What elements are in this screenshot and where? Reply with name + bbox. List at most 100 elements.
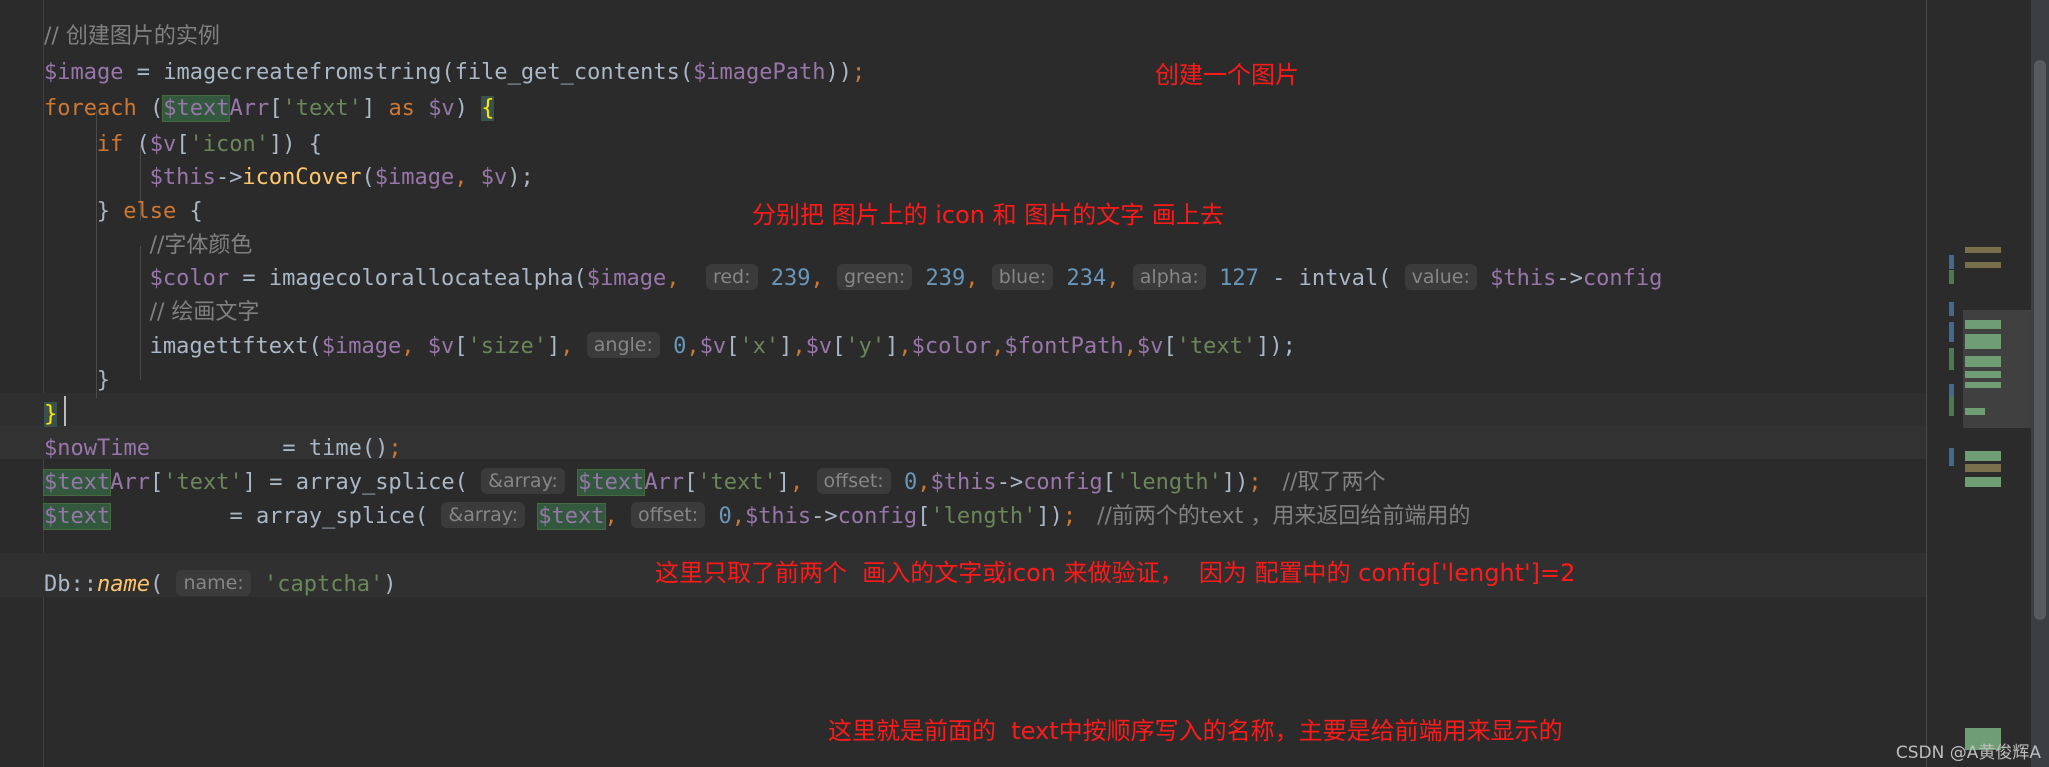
code-token: as [388, 96, 415, 121]
minimap-code-bar [1949, 448, 1954, 466]
code-token: , [1123, 334, 1137, 359]
code-token: imagecreatefromstring [163, 60, 442, 85]
minimap-code-bar [1949, 255, 1954, 269]
red-annotation-text: 创建一个图片 [1155, 61, 1299, 89]
code-line[interactable]: } else { [97, 195, 203, 229]
code-token: , [898, 334, 912, 359]
code-token: ( [414, 504, 429, 529]
code-token: ( [454, 470, 468, 495]
vertical-scrollbar-thumb[interactable] [2034, 60, 2046, 620]
inlay-parameter-hint: value: [1404, 264, 1477, 290]
inlay-parameter-hint: blue: [991, 264, 1054, 290]
code-line[interactable]: $nowTime = time(); [44, 432, 402, 466]
code-token: , [965, 266, 979, 291]
minimap-code-bar [1949, 348, 1954, 370]
code-token: ]) { [269, 132, 323, 157]
highlighted-identifier: $text [42, 503, 112, 530]
code-token: , [1106, 266, 1120, 291]
code-token: , [686, 334, 700, 359]
code-token: $image [374, 165, 455, 190]
editor-gutter[interactable] [0, 0, 44, 767]
code-token: = [229, 266, 269, 291]
inlay-parameter-hint: alpha: [1132, 264, 1206, 290]
code-token: 'y' [845, 334, 886, 359]
red-annotation-text: 这里就是前面的 text中按顺序写入的名称，主要是给前端用来显示的 [828, 717, 1563, 745]
code-line[interactable]: $image = imagecreatefromstring(file_get_… [44, 56, 865, 90]
code-token: ]); [1256, 334, 1296, 359]
code-token: , [666, 266, 693, 291]
code-line[interactable]: //字体颜色 [150, 229, 253, 263]
minimap[interactable] [1927, 0, 2031, 767]
code-token: , [792, 334, 806, 359]
code-line[interactable]: // 创建图片的实例 [44, 20, 220, 54]
code-line[interactable]: $this->iconCover($image, $v); [150, 161, 534, 195]
inlay-parameter-hint: &array: [481, 468, 565, 494]
code-token: Arr [644, 470, 685, 495]
minimap-code-bar [1949, 384, 1954, 396]
code-token: $v [428, 96, 455, 121]
code-token: , [917, 470, 931, 495]
code-token: 'captcha' [264, 572, 384, 597]
code-token: Arr [110, 470, 150, 495]
code-token: [ [1102, 470, 1116, 495]
minimap-code-bar [1949, 396, 1954, 416]
code-token: $v [1136, 334, 1164, 359]
highlighted-identifier: $text [162, 95, 231, 122]
code-token: 'icon' [189, 132, 270, 157]
code-line[interactable]: if ($v['icon']) { [97, 128, 322, 162]
code-token: } [96, 368, 111, 393]
code-token: $image [586, 266, 667, 291]
code-token: ] [361, 96, 376, 121]
red-annotation-text: 这里只取了前两个 画入的文字或icon 来做验证， 因为 配置中的 config… [655, 559, 1576, 587]
code-token: $v [427, 334, 455, 359]
code-token: ( [679, 60, 694, 85]
code-line[interactable]: $text = array_splice( &array: $text, off… [42, 500, 1470, 534]
code-line[interactable]: } [44, 398, 58, 432]
code-token: 239 [770, 266, 811, 291]
code-token: time [308, 436, 362, 461]
code-token: $v [480, 165, 508, 190]
code-token: $v [805, 334, 833, 359]
code-token: iconCover [242, 165, 362, 190]
code-token: 0 [673, 334, 687, 359]
code-line[interactable]: Db::name( name: 'captcha') [44, 568, 397, 602]
code-token: -> [215, 165, 243, 190]
code-token: foreach [44, 96, 137, 121]
code-line[interactable]: foreach ($textArr['text'] as $v) { [44, 92, 495, 126]
code-token: 'length' [1115, 470, 1222, 495]
code-token: ; [852, 60, 866, 85]
code-line[interactable]: // 绘画文字 [150, 296, 260, 330]
code-token: ]) [1221, 470, 1249, 495]
minimap-code-bar [1965, 262, 2001, 268]
code-token: () [361, 436, 389, 461]
code-token: ( [1378, 266, 1392, 291]
code-token: [ [176, 132, 190, 157]
code-text-layer[interactable]: // 创建图片的实例 $image = imagecreatefromstring… [42, 0, 2049, 767]
vertical-scrollbar-track[interactable] [2031, 0, 2049, 767]
minimap-code-bar [1949, 270, 1954, 284]
inlay-parameter-hint: green: [837, 264, 913, 290]
code-token: [ [684, 470, 698, 495]
code-line[interactable]: imagettftext($image, $v['size'], angle: … [150, 330, 1296, 364]
code-token: ] [547, 334, 561, 359]
code-token: $this [930, 470, 997, 495]
inlay-parameter-hint: &array: [441, 502, 526, 528]
watermark: CSDN @A黄俊辉A [1895, 743, 2041, 763]
code-token: ) [454, 96, 482, 121]
code-line[interactable]: $color = imagecolorallocatealpha($image,… [150, 262, 1662, 296]
code-token: -> [996, 470, 1024, 495]
code-token: = [110, 504, 256, 529]
code-editor-window: // 创建图片的实例 $image = imagecreatefromstring… [0, 0, 2049, 767]
code-line[interactable]: $textArr['text'] = array_splice( &array:… [42, 466, 1385, 500]
code-token: , [790, 470, 804, 495]
minimap-code-bar [1965, 451, 2001, 461]
code-line[interactable]: } [97, 364, 110, 398]
code-token: $this [744, 504, 812, 529]
code-token: ; [1062, 504, 1077, 529]
code-token: intval [1298, 266, 1379, 291]
code-token: 0 [718, 504, 732, 529]
code-token: $nowTime [44, 436, 150, 461]
code-token: $this [149, 165, 216, 190]
highlighted-identifier: $text [537, 503, 606, 530]
code-token: config [1023, 470, 1103, 495]
